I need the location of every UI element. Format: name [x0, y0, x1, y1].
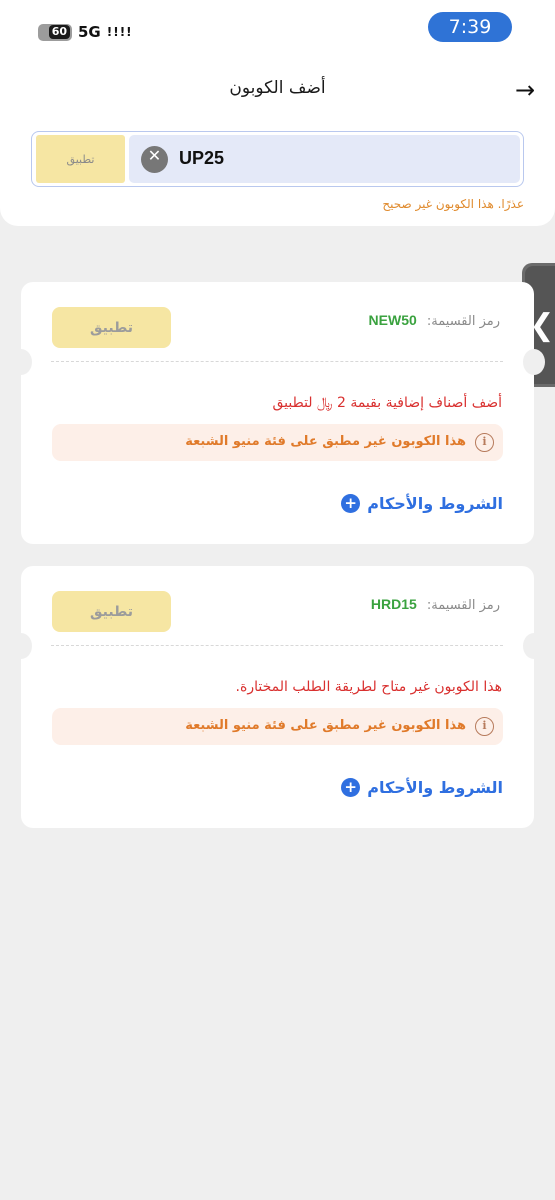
coupon-code: HRD15 [370, 596, 417, 612]
warning-box: i هذا الكوبون غير مطبق على فئة منيو الشب… [52, 424, 503, 461]
ticket-notch [10, 633, 32, 659]
page-title: أضف الكوبون [229, 78, 326, 98]
coupon-code: NEW50 [368, 312, 417, 328]
status-time: 7:39 [428, 12, 512, 42]
coupon-entry: تطبيق ✕ UP25 [31, 131, 524, 187]
warning-text: هذا الكوبون غير مطبق على فئة منيو الشبعة [185, 718, 466, 733]
battery-level: 60 [48, 25, 70, 39]
coupon-card: رمز القسيمة: NEW50 تطبيق أضف أصناف إضافي… [10, 282, 545, 544]
coupon-error-message: عذرًا. هذا الكوبون غير صحيح [382, 197, 524, 211]
coupon-input[interactable]: ✕ UP25 [129, 135, 520, 183]
apply-button[interactable]: تطبيق [52, 307, 171, 348]
info-icon: i [475, 717, 494, 736]
ticket-notch [10, 349, 32, 375]
coupon-code-label: رمز القسيمة: [426, 598, 500, 613]
coupon-code-label: رمز القسيمة: [426, 314, 500, 329]
plus-icon[interactable]: + [341, 778, 361, 797]
divider [51, 361, 503, 362]
ticket-notch [523, 349, 545, 375]
coupon-card: رمز القسيمة: HRD15 تطبيق هذا الكوبون غير… [10, 566, 545, 828]
warning-text: هذا الكوبون غير مطبق على فئة منيو الشبعة [185, 434, 466, 449]
status-bar: 60 5G !!!! 7:39 [0, 0, 555, 62]
apply-coupon-button[interactable]: تطبيق [36, 135, 125, 183]
terms-link[interactable]: الشروط والأحكام + [341, 778, 503, 797]
network-type: 5G [78, 23, 101, 41]
coupon-input-value[interactable]: UP25 [179, 148, 224, 169]
coupon-code-row: رمز القسيمة: NEW50 [369, 312, 500, 329]
battery-icon: 60 [38, 23, 72, 41]
terms-link[interactable]: الشروط والأحكام + [341, 494, 503, 513]
terms-label[interactable]: الشروط والأحكام [367, 494, 503, 513]
ticket-notch [523, 633, 545, 659]
plus-icon[interactable]: + [341, 494, 361, 513]
coupon-message: أضف أصناف إضافية بقيمة 2 ﷼ لتطبيق [272, 395, 502, 411]
status-left: 60 5G !!!! [38, 21, 133, 43]
terms-label[interactable]: الشروط والأحكام [367, 778, 503, 797]
coupon-message: هذا الكوبون غير متاح لطريقة الطلب المختا… [235, 679, 502, 695]
info-icon: i [475, 433, 494, 452]
apply-button[interactable]: تطبيق [52, 591, 171, 632]
signal-icon: !!!! [106, 25, 133, 39]
clear-icon[interactable]: ✕ [141, 146, 168, 173]
divider [51, 645, 503, 646]
coupon-code-row: رمز القسيمة: HRD15 [371, 596, 500, 613]
warning-box: i هذا الكوبون غير مطبق على فئة منيو الشب… [52, 708, 503, 745]
arrow-right-icon[interactable]: → [510, 76, 540, 104]
